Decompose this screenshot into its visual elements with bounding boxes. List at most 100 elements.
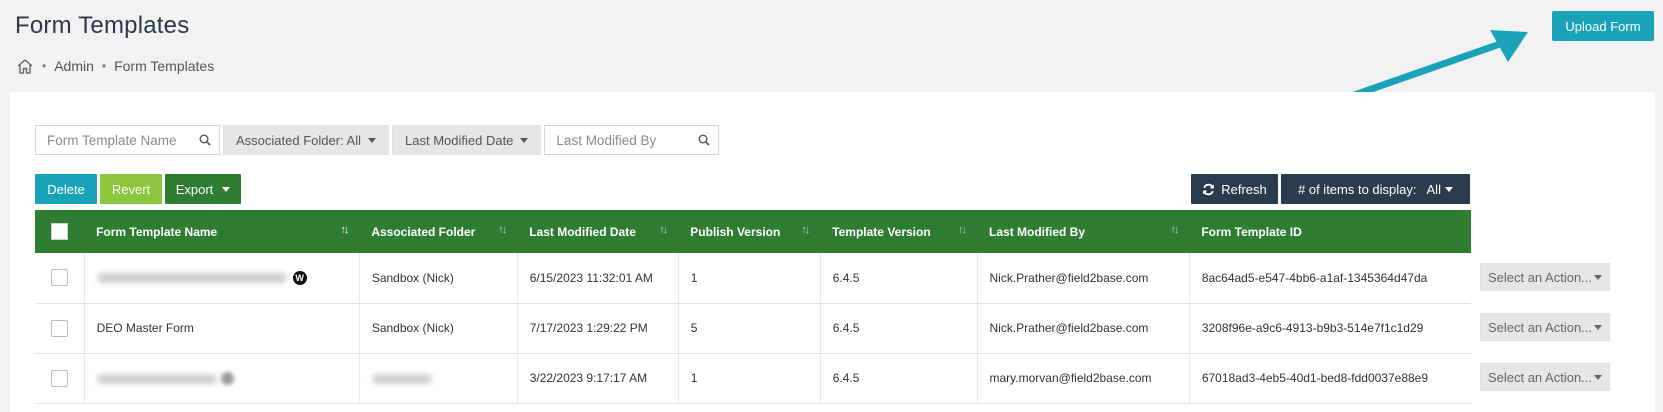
column-header-date[interactable]: Last Modified Date ↑↓ bbox=[517, 210, 678, 253]
column-header-name[interactable]: Form Template Name ↑↓ bbox=[84, 210, 359, 253]
cell-name[interactable]: W bbox=[83, 253, 360, 303]
cell-folder bbox=[358, 353, 518, 403]
row-select-cell bbox=[35, 303, 84, 353]
form-template-name-input[interactable] bbox=[36, 126, 219, 154]
revert-button[interactable]: Revert bbox=[100, 174, 162, 204]
breadcrumb-admin[interactable]: Admin bbox=[54, 58, 94, 74]
column-header-folder[interactable]: Associated Folder ↑↓ bbox=[359, 210, 517, 253]
cell-date: 6/15/2023 11:32:01 AM bbox=[516, 253, 679, 303]
associated-folder-label: Associated Folder: All bbox=[236, 132, 362, 148]
page-title: Form Templates bbox=[15, 12, 190, 39]
filter-bar: Associated Folder: All Last Modified Dat… bbox=[35, 125, 720, 155]
redacted-badge-icon bbox=[220, 372, 234, 386]
table-row[interactable]: 3/22/2023 9:17:17 AM 1 6.4.5 mary.morvan… bbox=[35, 353, 1471, 403]
table-row[interactable]: W Sandbox (Nick) 6/15/2023 11:32:01 AM 1… bbox=[35, 253, 1471, 303]
select-all-checkbox[interactable] bbox=[51, 223, 69, 240]
search-icon bbox=[199, 134, 211, 146]
caret-down-icon bbox=[1594, 274, 1603, 280]
last-modified-by-filter[interactable] bbox=[544, 125, 720, 155]
items-label: # of items to display: bbox=[1298, 181, 1417, 197]
cell-date: 7/17/2023 1:29:22 PM bbox=[516, 303, 679, 353]
action-label: Select an Action... bbox=[1487, 369, 1593, 385]
row-checkbox[interactable] bbox=[50, 269, 68, 287]
refresh-icon bbox=[1203, 183, 1215, 195]
column-label: Form Template ID bbox=[1201, 224, 1302, 239]
column-label: Last Modified By bbox=[989, 224, 1086, 239]
action-label: Select an Action... bbox=[1487, 269, 1593, 285]
caret-down-icon bbox=[222, 186, 231, 192]
sort-icon: ↑↓ bbox=[1170, 224, 1179, 236]
cell-modified-by: mary.morvan@field2base.com bbox=[976, 353, 1190, 403]
cell-modified-by: Nick.Prather@field2base.com bbox=[976, 253, 1190, 303]
caret-down-icon bbox=[1444, 186, 1453, 192]
column-label: Associated Folder bbox=[371, 224, 476, 239]
cell-template-version: 6.4.5 bbox=[819, 353, 978, 403]
last-modified-by-input[interactable] bbox=[545, 126, 719, 154]
caret-down-icon bbox=[1594, 324, 1603, 330]
w-badge-icon: W bbox=[292, 271, 307, 286]
sort-icon: ↑↓ bbox=[958, 224, 967, 236]
table-header-row: Form Template Name ↑↓ Associated Folder ↑↓… bbox=[35, 210, 1471, 253]
select-all-cell bbox=[35, 210, 84, 253]
last-modified-date-label: Last Modified Date bbox=[405, 132, 514, 148]
caret-down-icon bbox=[520, 137, 529, 143]
items-to-display-dropdown[interactable]: # of items to display: All bbox=[1281, 174, 1470, 204]
breadcrumb-form-templates: Form Templates bbox=[114, 58, 215, 74]
row-action-dropdown[interactable]: Select an Action... bbox=[1480, 313, 1610, 341]
cell-date: 3/22/2023 9:17:17 AM bbox=[516, 353, 679, 403]
table-row[interactable]: DEO Master Form Sandbox (Nick) 7/17/2023… bbox=[35, 303, 1471, 353]
cell-name[interactable]: DEO Master Form bbox=[83, 303, 360, 353]
associated-folder-dropdown[interactable]: Associated Folder: All bbox=[223, 125, 390, 155]
cell-publish-version: 5 bbox=[677, 303, 821, 353]
home-icon[interactable] bbox=[16, 58, 34, 74]
items-value: All bbox=[1426, 181, 1441, 197]
row-checkbox[interactable] bbox=[50, 319, 68, 337]
cell-name[interactable] bbox=[83, 353, 360, 403]
form-template-name-filter[interactable] bbox=[35, 125, 220, 155]
column-label: Form Template Name bbox=[96, 224, 218, 239]
row-select-cell bbox=[35, 253, 84, 303]
cell-template-id: 67018ad3-4eb5-40d1-bed8-fdd0037e88e9 bbox=[1188, 353, 1471, 403]
export-label: Export bbox=[175, 181, 214, 197]
last-modified-date-dropdown[interactable]: Last Modified Date bbox=[392, 125, 542, 155]
breadcrumb-separator: • bbox=[101, 59, 107, 73]
cell-folder: Sandbox (Nick) bbox=[358, 253, 518, 303]
refresh-label: Refresh bbox=[1221, 181, 1267, 197]
upload-form-button[interactable]: Upload Form bbox=[1552, 11, 1654, 41]
column-label: Publish Version bbox=[690, 224, 781, 239]
row-action-dropdown[interactable]: Select an Action... bbox=[1480, 263, 1610, 291]
redacted-text bbox=[96, 273, 287, 284]
redacted-text bbox=[371, 373, 432, 384]
action-label: Select an Action... bbox=[1487, 319, 1593, 335]
sort-active-icon: ↑↓ bbox=[340, 224, 349, 236]
column-label: Template Version bbox=[832, 224, 931, 239]
column-header-template-id[interactable]: Form Template ID bbox=[1189, 210, 1471, 253]
export-button[interactable]: Export bbox=[165, 174, 241, 204]
breadcrumb-separator: • bbox=[42, 59, 47, 73]
row-select-cell bbox=[35, 353, 84, 403]
cell-template-id: 3208f96e-a9c6-4913-b9b3-514e7f1c1d29 bbox=[1188, 303, 1471, 353]
caret-down-icon bbox=[1594, 374, 1603, 380]
cell-template-version: 6.4.5 bbox=[819, 303, 978, 353]
column-header-template-version[interactable]: Template Version ↑↓ bbox=[820, 210, 977, 253]
cell-modified-by: Nick.Prather@field2base.com bbox=[976, 303, 1190, 353]
form-templates-table: Form Template Name ↑↓ Associated Folder ↑↓… bbox=[35, 210, 1471, 404]
column-header-publish-version[interactable]: Publish Version ↑↓ bbox=[678, 210, 820, 253]
refresh-button[interactable]: Refresh bbox=[1191, 174, 1278, 204]
cell-folder: Sandbox (Nick) bbox=[358, 303, 518, 353]
cell-template-version: 6.4.5 bbox=[819, 253, 978, 303]
caret-down-icon bbox=[368, 137, 377, 143]
search-icon bbox=[698, 134, 710, 146]
cell-publish-version: 1 bbox=[677, 353, 821, 403]
redacted-text bbox=[96, 373, 217, 384]
row-checkbox[interactable] bbox=[50, 369, 68, 387]
sort-icon: ↑↓ bbox=[498, 224, 507, 236]
column-header-modified-by[interactable]: Last Modified By ↑↓ bbox=[977, 210, 1189, 253]
cell-publish-version: 1 bbox=[677, 253, 821, 303]
sort-icon: ↑↓ bbox=[659, 224, 668, 236]
sort-icon: ↑↓ bbox=[801, 224, 810, 236]
column-label: Last Modified Date bbox=[529, 224, 636, 239]
row-action-dropdown[interactable]: Select an Action... bbox=[1480, 363, 1610, 391]
cell-template-id: 8ac64ad5-e547-4bb6-a1af-1345364d47da bbox=[1188, 253, 1471, 303]
delete-button[interactable]: Delete bbox=[35, 174, 97, 204]
